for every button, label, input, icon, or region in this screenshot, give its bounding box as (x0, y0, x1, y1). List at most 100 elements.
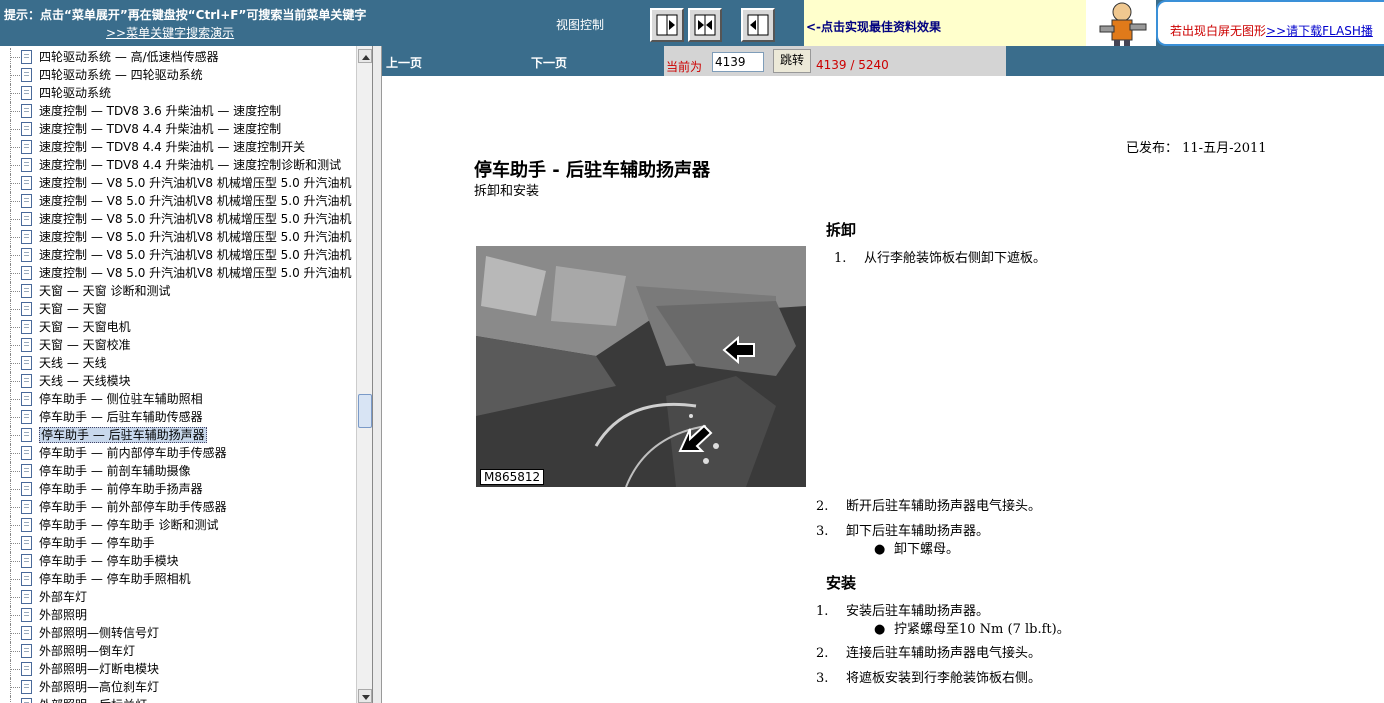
scroll-up-button[interactable] (358, 49, 372, 63)
tree-item[interactable]: 速度控制 — TDV8 4.4 升柴油机 — 速度控制开关 (0, 138, 356, 156)
search-demo-link[interactable]: >>菜单关键字搜索演示 (106, 24, 234, 41)
tree-branch-line (10, 228, 20, 246)
tree-item-label: 速度控制 — V8 5.0 升汽油机V8 机械增压型 5.0 升汽油机 (39, 212, 352, 226)
tree-item[interactable]: 速度控制 — V8 5.0 升汽油机V8 机械增压型 5.0 升汽油机 (0, 264, 356, 282)
tree-branch-line (10, 318, 20, 336)
removal-step-2: 2. 断开后驻车辅助扬声器电气接头。 (816, 499, 1042, 514)
tree-item[interactable]: 速度控制 — V8 5.0 升汽油机V8 机械增压型 5.0 升汽油机 (0, 192, 356, 210)
document-icon (21, 464, 32, 478)
document-icon (21, 176, 32, 190)
document-icon (21, 158, 32, 172)
tree-item[interactable]: 停车助手 — 停车助手模块 (0, 552, 356, 570)
tree-item[interactable]: 四轮驱动系统 (0, 84, 356, 102)
document-icon (21, 284, 32, 298)
removal-step-1: 1. 从行李舱装饰板右侧卸下遮板。 (834, 251, 1047, 266)
collapse-left-button[interactable] (741, 8, 775, 42)
tree-item[interactable]: 速度控制 — TDV8 4.4 升柴油机 — 速度控制诊断和测试 (0, 156, 356, 174)
tree-scrollbar[interactable] (356, 46, 372, 703)
tree-item-label: 天窗 — 天窗校准 (39, 338, 131, 352)
tree-item[interactable]: 外部照明—侧转信号灯 (0, 624, 356, 642)
tree-item[interactable]: 四轮驱动系统 — 高/低速档传感器 (0, 48, 356, 66)
tree-item[interactable]: 外部车灯 (0, 588, 356, 606)
tree-item[interactable]: 天线 — 天线模块 (0, 372, 356, 390)
scroll-thumb[interactable] (358, 394, 372, 428)
tree-item[interactable]: 速度控制 — V8 5.0 升汽油机V8 机械增压型 5.0 升汽油机 (0, 210, 356, 228)
tree-item[interactable]: 速度控制 — V8 5.0 升汽油机V8 机械增压型 5.0 升汽油机 (0, 174, 356, 192)
tree-item[interactable]: 天窗 — 天窗校准 (0, 336, 356, 354)
trunk-panel-photo (476, 246, 806, 487)
tree-item[interactable]: 速度控制 — V8 5.0 升汽油机V8 机械增压型 5.0 升汽油机 (0, 246, 356, 264)
tree-item[interactable]: 外部照明—倒车灯 (0, 642, 356, 660)
scroll-down-button[interactable] (358, 689, 372, 703)
document-icon (21, 104, 32, 118)
tree-item-label: 外部照明 (39, 608, 88, 622)
tree-item-label: 天窗 — 天窗 诊断和测试 (39, 284, 171, 298)
tree-item-label: 外部照明—倒车灯 (39, 644, 136, 658)
install-step-2: 2. 连接后驻车辅助扬声器电气接头。 (816, 646, 1042, 661)
tree-item-label: 停车助手 — 前外部停车助手传感器 (39, 500, 227, 514)
tree-item[interactable]: 天窗 — 天窗 诊断和测试 (0, 282, 356, 300)
tree-item[interactable]: 外部照明—灯断电模块 (0, 660, 356, 678)
tree-item[interactable]: 停车助手 — 后驻车辅助传感器 (0, 408, 356, 426)
mechanic-mascot-icon (1086, 0, 1156, 46)
document-icon (21, 554, 32, 568)
tree-item[interactable]: 停车助手 — 后驻车辅助扬声器 (0, 426, 356, 444)
expand-left-button[interactable] (650, 8, 684, 42)
tree-item[interactable]: 速度控制 — V8 5.0 升汽油机V8 机械增压型 5.0 升汽油机 (0, 228, 356, 246)
tree-item[interactable]: 停车助手 — 停车助手 诊断和测试 (0, 516, 356, 534)
tree-item-label: 速度控制 — V8 5.0 升汽油机V8 机械增压型 5.0 升汽油机 (39, 266, 352, 280)
page-title: 停车助手 - 后驻车辅助扬声器 (474, 160, 711, 181)
tree-item[interactable]: 停车助手 — 前剖车辅助摄像 (0, 462, 356, 480)
tree-item[interactable]: 天窗 — 天窗 (0, 300, 356, 318)
tree-item[interactable]: 天窗 — 天窗电机 (0, 318, 356, 336)
tree-item[interactable]: 外部照明 (0, 606, 356, 624)
tree-item[interactable]: 停车助手 — 前内部停车助手传感器 (0, 444, 356, 462)
tree-item[interactable]: 四轮驱动系统 — 四轮驱动系统 (0, 66, 356, 84)
tree-item-label: 天线 — 天线 (39, 356, 107, 370)
tree-item[interactable]: 外部照明—后标兰灯 (0, 696, 356, 703)
pane-splitter[interactable] (373, 46, 382, 703)
tree-item-label: 停车助手 — 前停车助手扬声器 (39, 482, 203, 496)
tree-branch-line (10, 354, 20, 372)
tree-branch-line (10, 264, 20, 282)
tree-item[interactable]: 停车助手 — 前停车助手扬声器 (0, 480, 356, 498)
flash-download-banner: 若出现白屏无图形>>请下载FLASH播 (1156, 0, 1384, 46)
tree-item[interactable]: 停车助手 — 侧位驻车辅助照相 (0, 390, 356, 408)
document-icon (21, 86, 32, 100)
tree-item-label: 停车助手 — 前内部停车助手传感器 (39, 446, 227, 460)
tree-branch-line (10, 426, 20, 444)
tree-item[interactable]: 外部照明—高位刹车灯 (0, 678, 356, 696)
jump-button[interactable]: 跳转 (773, 49, 811, 73)
tree-item[interactable]: 停车助手 — 前外部停车助手传感器 (0, 498, 356, 516)
tree-item[interactable]: 速度控制 — TDV8 4.4 升柴油机 — 速度控制 (0, 120, 356, 138)
tree-branch-line (10, 408, 20, 426)
tree-branch-line (10, 102, 20, 120)
search-tip: 提示：点击“菜单展开”再在键盘按“Ctrl+F”可搜索当前菜单关键字 (4, 8, 367, 22)
split-view-button[interactable] (688, 8, 722, 42)
tree-item[interactable]: 天线 — 天线 (0, 354, 356, 372)
tree-item-label: 停车助手 — 前剖车辅助摄像 (39, 464, 191, 478)
document-icon (21, 482, 32, 496)
tree-branch-line (10, 498, 20, 516)
document-icon (21, 698, 32, 703)
tree-item-label: 天窗 — 天窗电机 (39, 320, 131, 334)
next-page-link[interactable]: 下一页 (531, 54, 567, 71)
tree-item-label: 速度控制 — V8 5.0 升汽油机V8 机械增压型 5.0 升汽油机 (39, 248, 352, 262)
tree-item[interactable]: 停车助手 — 停车助手照相机 (0, 570, 356, 588)
document-icon (21, 140, 32, 154)
tree-item-label: 停车助手 — 停车助手 诊断和测试 (39, 518, 219, 532)
tree-branch-line (10, 66, 20, 84)
tree-branch-line (10, 516, 20, 534)
tree-branch-line (10, 282, 20, 300)
flash-download-link[interactable]: >>请下载FLASH播 (1266, 24, 1373, 38)
split-view-icon (694, 14, 716, 36)
page-number-input[interactable] (712, 52, 764, 72)
prev-page-link[interactable]: 上一页 (386, 54, 422, 71)
document-icon (21, 662, 32, 676)
tree-branch-line (10, 138, 20, 156)
tree-item[interactable]: 速度控制 — TDV8 3.6 升柴油机 — 速度控制 (0, 102, 356, 120)
tree-item[interactable]: 停车助手 — 停车助手 (0, 534, 356, 552)
tree-branch-line (10, 300, 20, 318)
tree-branch-line (10, 210, 20, 228)
tree-branch-line (10, 192, 20, 210)
